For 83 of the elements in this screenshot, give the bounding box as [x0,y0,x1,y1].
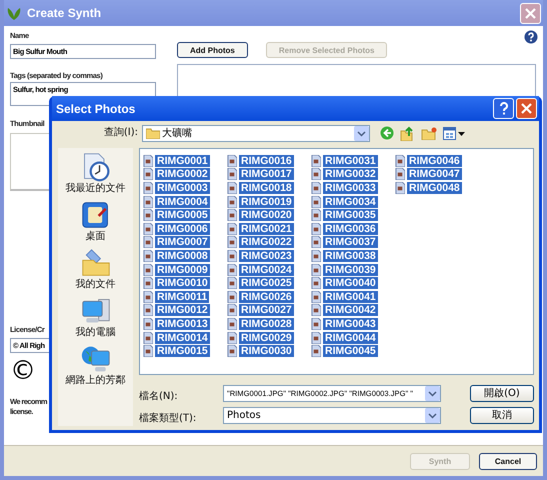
image-file-icon [143,345,153,358]
image-file-icon [143,318,153,330]
image-file-icon [227,209,237,222]
image-file-icon [311,182,321,194]
image-file-icon [143,209,153,222]
close-button[interactable] [520,2,541,24]
image-file-icon [143,182,153,194]
image-file-icon [143,304,153,316]
look-in-label: 查詢(I): [104,127,138,139]
image-file-icon [311,304,321,316]
leaf-icon [6,5,22,21]
image-file-icon [311,250,321,262]
image-file-icon [311,332,321,344]
image-file-icon [311,264,321,276]
image-file-icon [227,332,237,344]
close-button[interactable] [516,98,537,119]
image-file-icon [143,264,153,276]
image-file-icon [311,345,321,358]
help-button[interactable] [493,98,514,119]
image-file-icon [227,345,237,358]
places-item[interactable]: 我的電腦 [76,296,116,339]
cancel-button[interactable]: 取消 [470,407,534,424]
image-file-icon [143,290,153,303]
views-menu-icon[interactable] [443,126,465,140]
image-file-icon [311,290,321,303]
image-file-icon [311,236,321,248]
image-file-icon [143,236,153,248]
file-type-select[interactable]: Photos [223,407,441,424]
image-file-icon [143,154,153,167]
close-icon [525,8,536,18]
image-file-icon [227,264,237,276]
image-file-icon [395,182,405,194]
image-file-icon [311,277,321,290]
back-icon[interactable] [380,126,394,140]
look-in-select[interactable]: 大礦嘴 [142,124,370,142]
image-file-icon [143,196,153,208]
image-file-icon [143,277,153,290]
image-file-icon [311,168,321,180]
help-icon[interactable] [524,30,538,44]
close-icon [521,103,532,114]
image-file-icon [227,182,237,194]
places-item[interactable]: 我的文件 [76,248,116,291]
network-computer-icon [80,344,110,374]
image-file-icon [311,196,321,208]
dropdown-caret-icon[interactable] [354,126,369,140]
image-file-icon [227,236,237,248]
image-file-icon [227,318,237,330]
image-file-icon [143,168,153,180]
image-file-icon [227,154,237,167]
places-item[interactable]: 桌面 [80,200,110,243]
places-item[interactable]: 網路上的芳鄰 [66,344,126,387]
file-type-label: 檔案類型(T): [139,413,196,424]
image-file-icon [395,168,405,180]
places-item[interactable]: 我最近的文件 [66,152,126,195]
image-file-icon [143,250,153,262]
image-file-icon [227,168,237,180]
cancel-button[interactable]: Cancel [479,452,537,470]
add-photos-button[interactable]: Add Photos [177,42,248,58]
open-button[interactable]: 開啟(O) [470,385,534,402]
copyright-symbol: © [10,359,36,383]
folder-icon [146,128,160,138]
image-file-icon [311,222,321,235]
image-file-icon [311,209,321,222]
folder-icon [80,248,110,278]
image-file-icon [395,154,405,167]
image-file-icon [227,250,237,262]
image-file-icon [311,154,321,167]
image-file-icon [143,222,153,235]
new-folder-icon[interactable] [421,126,437,140]
image-file-icon [227,290,237,303]
up-folder-icon[interactable] [400,126,415,140]
dropdown-caret-icon[interactable] [425,408,440,423]
dropdown-caret-icon[interactable] [425,386,440,401]
window-title: Create Synth [27,6,102,20]
image-file-icon [227,304,237,316]
help-icon [498,102,508,115]
image-file-icon [227,222,237,235]
file-name-label: 檔名(N): [139,391,178,402]
image-file-icon [311,318,321,330]
image-file-icon [227,277,237,290]
image-file-icon [143,332,153,344]
image-file-icon [227,196,237,208]
desktop-icon [80,200,110,230]
